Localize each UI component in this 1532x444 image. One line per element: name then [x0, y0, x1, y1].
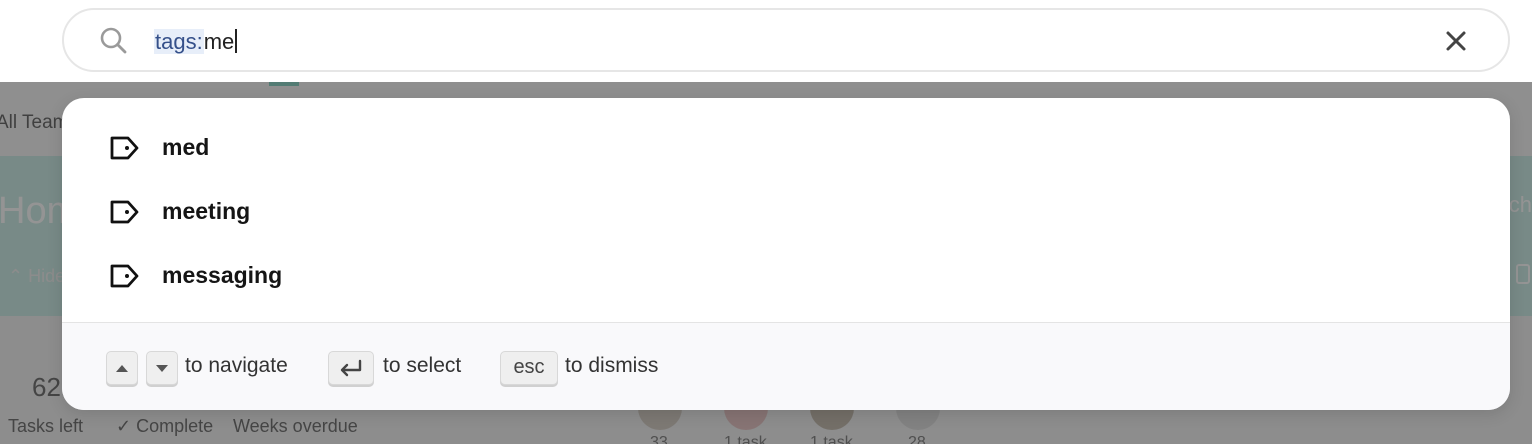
enter-key	[328, 351, 374, 385]
arrow-up-key	[106, 351, 138, 385]
search-token: tags:	[154, 29, 204, 54]
dismiss-hint: to dismiss	[565, 354, 659, 377]
arrow-down-key	[146, 351, 178, 385]
enter-icon	[340, 359, 362, 377]
arrow-down-icon	[156, 365, 168, 372]
tag-icon	[110, 136, 139, 160]
search-icon	[100, 27, 127, 54]
arrow-up-icon	[116, 365, 128, 372]
esc-key: esc	[500, 351, 558, 385]
search-query[interactable]: tags:me	[154, 28, 238, 56]
close-icon[interactable]	[1442, 27, 1470, 55]
suggestion-label: messaging	[162, 262, 283, 288]
suggestion-item-messaging[interactable]: messaging	[62, 244, 1510, 308]
search-header: tags:me	[0, 0, 1532, 82]
tag-icon	[110, 200, 139, 224]
suggestion-item-med[interactable]: med	[62, 116, 1510, 180]
suggestion-label: meeting	[162, 198, 251, 224]
text-caret	[235, 29, 238, 53]
tag-icon	[110, 264, 139, 288]
select-hint: to select	[383, 354, 462, 377]
search-query-text: me	[203, 29, 235, 54]
suggestion-dropdown: med meeting messaging to navigate to sel…	[62, 98, 1510, 410]
esc-key-label: esc	[513, 356, 545, 378]
navigate-hint: to navigate	[185, 354, 288, 377]
suggestion-label: med	[162, 134, 210, 160]
suggestion-item-meeting[interactable]: meeting	[62, 180, 1510, 244]
keyboard-hints-footer: to navigate to select esc to dismiss	[62, 323, 1510, 410]
search-input[interactable]: tags:me	[62, 8, 1510, 72]
